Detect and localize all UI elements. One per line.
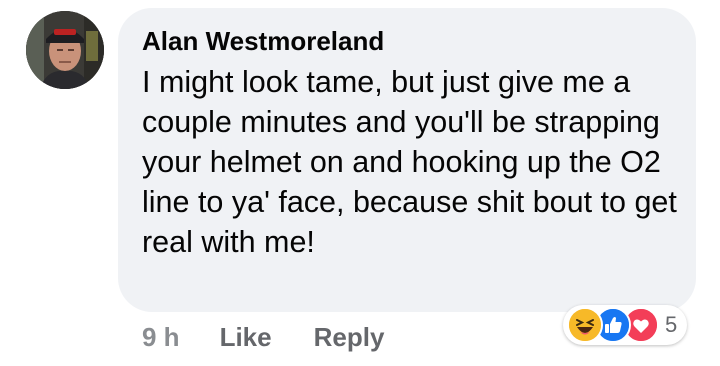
reactions-summary[interactable]: 5 [563,305,688,345]
haha-icon [567,307,603,343]
comment-actions: 9 h Like Reply [142,320,384,354]
user-photo-icon [26,11,104,89]
author-name[interactable]: Alan Westmoreland [142,26,384,57]
like-button[interactable]: Like [220,322,272,353]
comment-text: I might look tame, but just give me a co… [142,65,677,259]
reply-button[interactable]: Reply [314,322,385,353]
comment-bubble: Alan Westmoreland I might look tame, but… [118,8,696,312]
comment: Alan Westmoreland I might look tame, but… [0,0,720,366]
timestamp[interactable]: 9 h [142,322,180,353]
avatar[interactable] [26,11,104,89]
reaction-count: 5 [665,312,678,337]
